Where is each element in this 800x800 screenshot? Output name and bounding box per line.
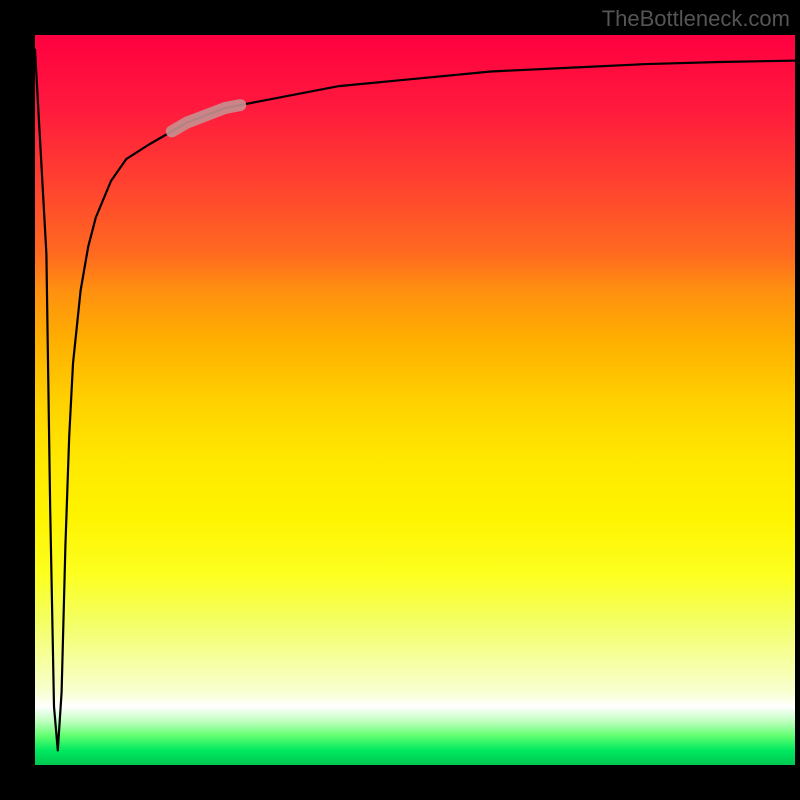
chart-container: TheBottleneck.com	[0, 0, 800, 800]
watermark-text: TheBottleneck.com	[602, 6, 790, 32]
highlight-segment	[172, 105, 240, 131]
main-curve-path	[35, 50, 795, 751]
plot-area	[35, 35, 795, 765]
curve-svg	[35, 35, 795, 765]
